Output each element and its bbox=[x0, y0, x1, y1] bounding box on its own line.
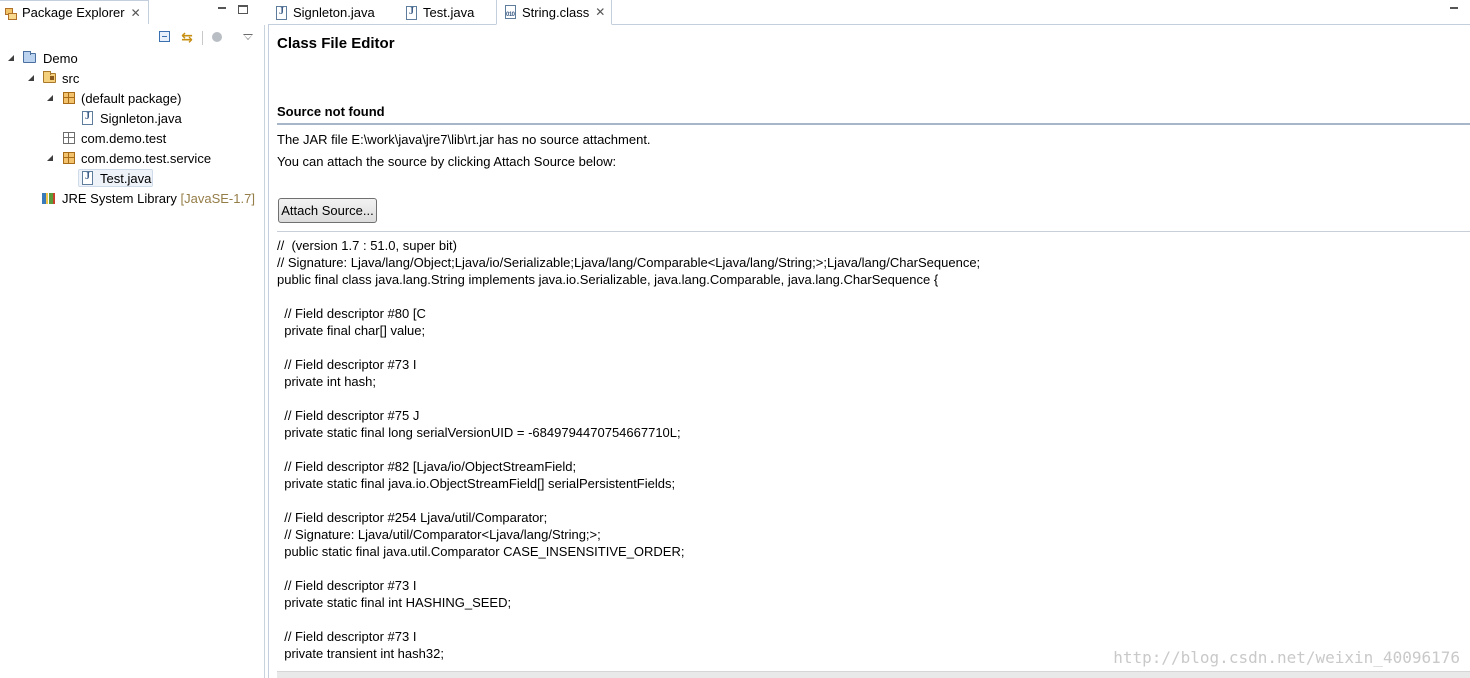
tree-item-test-java[interactable]: Test.java bbox=[0, 168, 264, 188]
minimize-icon[interactable] bbox=[216, 4, 228, 16]
package-icon bbox=[61, 90, 77, 106]
editor-tabbar: Signleton.java Test.java String.class ✕ bbox=[268, 0, 1470, 25]
tree-item-label: Test.java bbox=[100, 171, 152, 186]
code-line: // Signature: Ljava/lang/Object;Ljava/io… bbox=[277, 255, 981, 270]
horizontal-scrollbar[interactable] bbox=[277, 671, 1470, 678]
tree-item-label: Demo bbox=[43, 51, 78, 66]
attach-source-button[interactable]: Attach Source... bbox=[278, 198, 377, 223]
focus-on-active-task-icon[interactable] bbox=[210, 29, 226, 45]
java-file-icon bbox=[274, 5, 290, 21]
expand-arrow-icon[interactable] bbox=[46, 94, 54, 102]
code-line: // Field descriptor #73 I bbox=[277, 357, 417, 372]
no-source-message: The JAR file E:\work\java\jre7\lib\rt.ja… bbox=[277, 132, 651, 147]
tree-item-label: com.demo.test bbox=[81, 131, 167, 146]
editor-title: Class File Editor bbox=[277, 35, 395, 52]
project-icon bbox=[22, 50, 38, 66]
collapse-all-icon[interactable] bbox=[157, 29, 173, 45]
tab-signleton-java[interactable]: Signleton.java bbox=[268, 0, 396, 25]
package-tree: Demo src (default package) Signleton.jav… bbox=[0, 48, 264, 208]
tree-item-com-demo-test-service[interactable]: com.demo.test.service bbox=[0, 148, 264, 168]
tree-item-label: JRE System Library [JavaSE-1.7] bbox=[62, 191, 255, 206]
class-file-editor: Class File Editor Source not found The J… bbox=[268, 25, 1470, 678]
attach-hint-message: You can attach the source by clicking At… bbox=[277, 154, 617, 169]
tab-label: Test.java bbox=[423, 5, 475, 20]
toolbar-separator bbox=[202, 31, 203, 45]
code-line: // Field descriptor #75 J bbox=[277, 408, 420, 423]
code-divider bbox=[277, 231, 1470, 232]
source-folder-icon bbox=[42, 70, 58, 86]
code-line: public static final java.util.Comparator… bbox=[277, 544, 685, 559]
code-line: private static final int HASHING_SEED; bbox=[277, 595, 512, 610]
disassembled-code[interactable]: // (version 1.7 : 51.0, super bit) // Sig… bbox=[277, 237, 1467, 662]
maximize-icon[interactable] bbox=[237, 4, 249, 16]
code-line: // Signature: Ljava/util/Comparator<Ljav… bbox=[277, 527, 601, 542]
tree-item-label: com.demo.test.service bbox=[81, 151, 212, 166]
code-line: // Field descriptor #73 I bbox=[277, 578, 417, 593]
java-file-icon bbox=[404, 5, 420, 21]
close-icon[interactable]: ✕ bbox=[595, 6, 605, 18]
tab-test-java[interactable]: Test.java bbox=[398, 0, 496, 25]
tree-item-label: (default package) bbox=[81, 91, 182, 106]
tree-item-label: src bbox=[62, 71, 80, 86]
package-explorer-toolbar: ⇆ bbox=[0, 25, 265, 49]
library-icon bbox=[42, 190, 58, 206]
package-icon bbox=[61, 150, 77, 166]
tab-label: String.class bbox=[522, 4, 590, 20]
package-explorer-view: Package Explorer ✕ ⇆ Demo src (default p… bbox=[0, 0, 265, 678]
view-menu-chevron-down-icon[interactable] bbox=[240, 29, 256, 45]
tree-item-default-package[interactable]: (default package) bbox=[0, 88, 264, 108]
class-file-icon bbox=[503, 4, 519, 20]
java-file-icon bbox=[80, 110, 96, 126]
section-divider bbox=[277, 123, 1470, 125]
tree-item-demo[interactable]: Demo bbox=[0, 48, 264, 68]
tab-label: Signleton.java bbox=[293, 5, 375, 20]
code-line: // Field descriptor #254 Ljava/util/Comp… bbox=[277, 510, 548, 525]
watermark: http://blog.csdn.net/weixin_40096176 bbox=[1113, 648, 1460, 667]
empty-package-icon bbox=[61, 130, 77, 146]
section-title: Source not found bbox=[277, 104, 385, 119]
tab-string-class[interactable]: String.class ✕ bbox=[496, 0, 612, 25]
code-line: private int hash; bbox=[277, 374, 376, 389]
code-line: private final char[] value; bbox=[277, 323, 426, 338]
expand-arrow-icon[interactable] bbox=[27, 74, 35, 82]
java-file-icon bbox=[80, 170, 96, 186]
code-line: // Field descriptor #73 I bbox=[277, 629, 417, 644]
library-version-suffix: [JavaSE-1.7] bbox=[180, 191, 255, 206]
close-icon[interactable]: ✕ bbox=[131, 7, 141, 19]
code-line: // Field descriptor #82 [Ljava/io/Object… bbox=[277, 459, 577, 474]
collapse-arrow-icon[interactable] bbox=[67, 173, 75, 183]
tree-item-label: Signleton.java bbox=[100, 111, 182, 126]
package-explorer-icon bbox=[4, 7, 17, 20]
tree-item-jre-system-library[interactable]: JRE System Library [JavaSE-1.7] bbox=[0, 188, 264, 208]
code-line: private static final long serialVersionU… bbox=[277, 425, 681, 440]
tree-item-signleton-java[interactable]: Signleton.java bbox=[0, 108, 264, 128]
code-line: // Field descriptor #80 [C bbox=[277, 306, 426, 321]
package-explorer-tabbar: Package Explorer ✕ bbox=[0, 0, 265, 25]
tree-item-com-demo-test[interactable]: com.demo.test bbox=[0, 128, 264, 148]
link-with-editor-icon[interactable]: ⇆ bbox=[179, 29, 195, 45]
expand-arrow-icon[interactable] bbox=[46, 154, 54, 162]
code-line: private static final java.io.ObjectStrea… bbox=[277, 476, 676, 491]
code-line: public final class java.lang.String impl… bbox=[277, 272, 939, 287]
eclipse-window: Package Explorer ✕ ⇆ Demo src (default p… bbox=[0, 0, 1470, 678]
package-explorer-tab-label: Package Explorer bbox=[22, 5, 125, 20]
collapse-arrow-icon[interactable] bbox=[28, 193, 36, 203]
editor-area: Signleton.java Test.java String.class ✕ … bbox=[268, 0, 1470, 678]
expand-arrow-icon[interactable] bbox=[7, 54, 15, 62]
package-explorer-tab[interactable]: Package Explorer ✕ bbox=[0, 0, 149, 24]
library-name: JRE System Library bbox=[62, 191, 177, 206]
tree-item-src[interactable]: src bbox=[0, 68, 264, 88]
minimize-icon[interactable] bbox=[1448, 4, 1460, 16]
collapse-arrow-icon[interactable] bbox=[67, 113, 75, 123]
code-line: // (version 1.7 : 51.0, super bit) bbox=[277, 238, 457, 253]
